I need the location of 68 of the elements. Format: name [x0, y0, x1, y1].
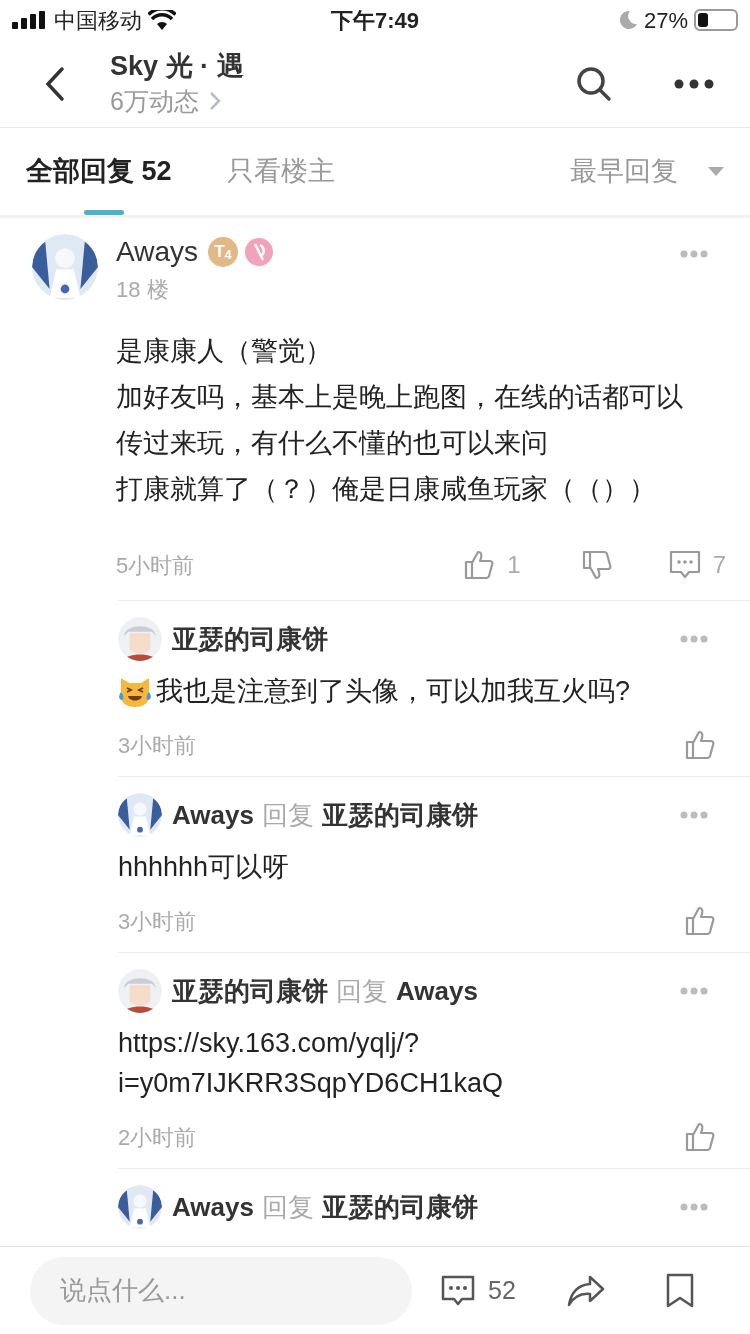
- reply-text: https://sky.163.com/yqlj/? i=y0m7IJKRR3SqpYD6CH1kaQ: [118, 1027, 503, 1100]
- thumbs-down-icon: [580, 549, 613, 581]
- post-text: 打康就算了（？）俺是日康咸鱼玩家（（））: [116, 473, 657, 506]
- thumbs-up-icon: [684, 1121, 716, 1153]
- floor-number: 18 楼: [116, 276, 170, 304]
- comments-button[interactable]: 52: [440, 1271, 516, 1310]
- avatar[interactable]: [118, 1185, 162, 1229]
- reply-label: 回复: [261, 798, 314, 832]
- author-name: 亚瑟的司康饼: [172, 622, 328, 656]
- author-name: 亚瑟的司康饼: [172, 974, 328, 1008]
- post-text: 是康康人（警觉）: [116, 335, 333, 368]
- author-name: Aways: [172, 1190, 254, 1224]
- more-icon: [680, 811, 708, 819]
- sort-dropdown[interactable]: 最早回复: [570, 151, 724, 192]
- moon-icon: [617, 10, 638, 30]
- post-text: 加好友吗，基本上是晚上跑图，在线的话都可以传过来玩，有什么不懂的也可以来问: [116, 381, 684, 460]
- status-time: 下午7:49: [330, 6, 419, 35]
- reply-text: hhhhhh可以呀: [118, 851, 290, 884]
- comment-input[interactable]: 说点什么...: [30, 1256, 412, 1325]
- more-icon: [680, 635, 708, 643]
- like-button[interactable]: [684, 729, 716, 761]
- reply-text: 我也是注意到了头像，可以加我互火吗?: [156, 675, 631, 708]
- like-button[interactable]: [684, 905, 716, 937]
- signal-icon: [12, 11, 48, 29]
- bookmark-icon: [664, 1272, 695, 1309]
- post-count-link[interactable]: 6万动态: [110, 82, 564, 119]
- tab[interactable]: 全部回复 52: [26, 128, 172, 215]
- author-name: Aways: [116, 235, 198, 269]
- post-time: 5小时前: [116, 551, 195, 580]
- reply-target-name: Aways: [396, 974, 478, 1008]
- reply-label: 回复: [261, 1190, 314, 1224]
- avatar[interactable]: [118, 969, 162, 1013]
- comment-icon: [668, 550, 701, 580]
- badge-icon: [243, 237, 274, 267]
- reply-time: 2小时前: [118, 1123, 197, 1152]
- thumbs-up-icon: [684, 729, 716, 761]
- more-icon: [680, 987, 708, 995]
- dislike-button[interactable]: [580, 549, 613, 581]
- reply-label: 回复: [336, 974, 388, 1008]
- share-icon: [565, 1273, 606, 1308]
- reply-count-button[interactable]: 7: [668, 547, 726, 583]
- author-name: Aways: [172, 798, 254, 832]
- tab[interactable]: 只看楼主: [226, 128, 335, 215]
- battery-icon: [694, 9, 738, 31]
- more-icon: [680, 1203, 708, 1211]
- carrier-name: 中国移动: [54, 6, 142, 35]
- battery-percent: 27%: [643, 6, 688, 35]
- search-icon: [576, 65, 612, 102]
- page-title: Sky 光 · 遇: [110, 49, 245, 83]
- reply-target-name: 亚瑟的司康饼: [321, 1190, 478, 1224]
- avatar[interactable]: [118, 793, 162, 837]
- reply-time: 3小时前: [118, 731, 197, 760]
- caret-icon: [708, 166, 724, 177]
- avatar[interactable]: [118, 617, 162, 661]
- more-icon: [680, 250, 708, 258]
- like-button[interactable]: [684, 1121, 716, 1153]
- level-badge: T$_{4}$: [207, 237, 238, 267]
- thumbs-up-icon: [684, 905, 716, 937]
- reply-target-name: 亚瑟的司康饼: [321, 798, 478, 832]
- avatar[interactable]: [32, 234, 98, 300]
- reply-time: 3小时前: [118, 907, 197, 936]
- comment-icon: [440, 1273, 476, 1308]
- more-icon: [674, 78, 714, 89]
- back-icon: [44, 65, 66, 102]
- wifi-icon: [148, 10, 176, 30]
- chevron-right-icon: [208, 90, 221, 111]
- like-button[interactable]: 1: [463, 547, 521, 583]
- thumbs-up-icon: [463, 549, 496, 581]
